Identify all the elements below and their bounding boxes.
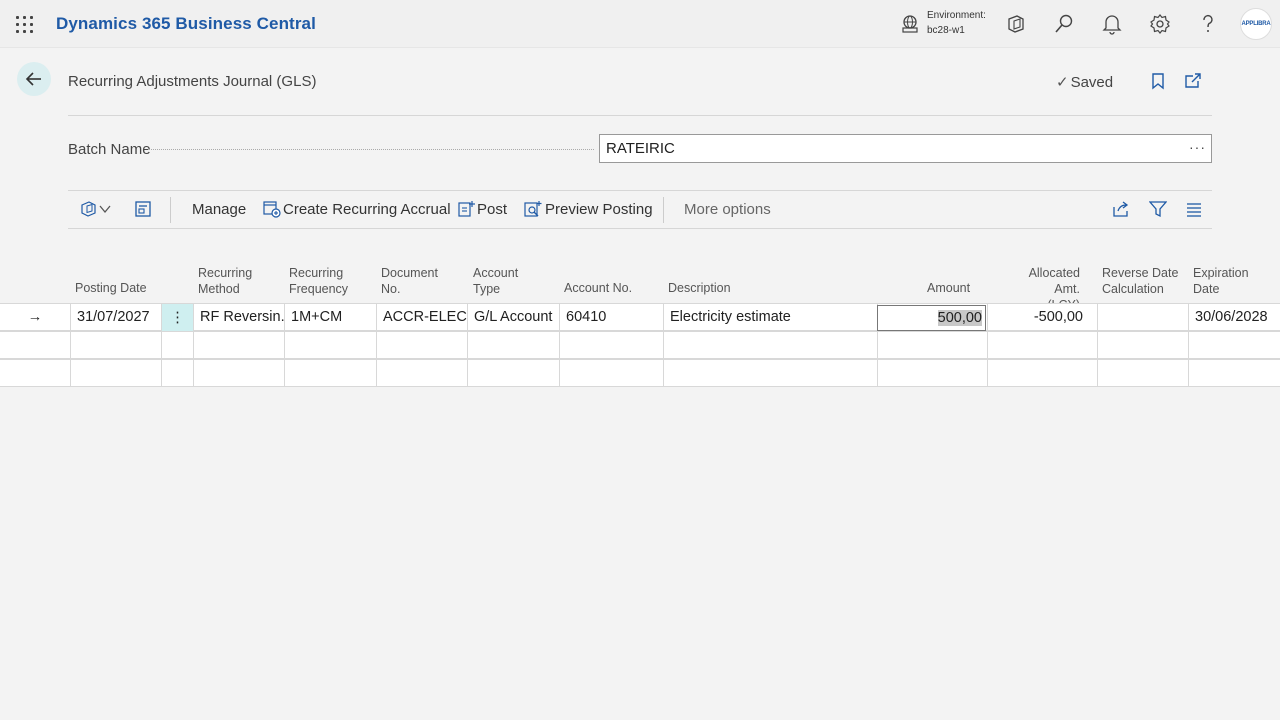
account-type-cell[interactable] [467,360,559,387]
back-arrow-icon [25,72,41,86]
amount-cell[interactable] [877,360,987,387]
row-menu-cell[interactable] [161,332,193,359]
col-header-description[interactable]: Description [668,280,731,296]
toolbar-divider [170,197,171,223]
amount-cell[interactable] [877,332,987,359]
batch-name-label: Batch Name [68,141,151,158]
open-new-window-icon[interactable] [1184,72,1202,90]
recurring-frequency-cell[interactable] [284,332,376,359]
edit-list-icon[interactable] [134,200,152,218]
expiration-date-cell[interactable]: 30/06/2028 [1188,304,1280,331]
checkmark-icon: ✓ [1056,74,1069,91]
create-recurring-accrual-button[interactable]: Create Recurring Accrual [283,201,451,218]
row-indicator [0,360,70,387]
save-status: ✓ Saved [1056,73,1113,91]
document-no-cell[interactable]: ACCR-ELEC [376,304,467,331]
action-bar: Manage Create Recurring Accrual Post Pre… [68,191,1212,229]
recurring-method-cell[interactable] [193,332,284,359]
recurring-frequency-cell[interactable]: 1M+CM [284,304,376,331]
reverse-date-calc-cell[interactable] [1097,360,1188,387]
user-avatar[interactable]: APPLIBRA [1240,8,1272,40]
back-button[interactable] [17,62,51,96]
reverse-date-calc-cell[interactable] [1097,332,1188,359]
batch-lookup-button[interactable]: ··· [1189,139,1206,155]
table-row[interactable] [0,359,1280,387]
description-cell[interactable] [663,332,877,359]
col-header-reverse-date-calc[interactable]: Reverse Date Calculation [1102,265,1178,297]
share-icon[interactable] [1112,200,1130,218]
notification-bell-icon[interactable] [1101,13,1123,35]
environment-value: bc28-w1 [927,25,965,36]
help-icon[interactable] [1197,13,1219,35]
more-options-button[interactable]: More options [684,201,771,218]
col-header-amount[interactable]: Amount [927,280,970,296]
preview-posting-icon[interactable] [524,200,542,218]
account-no-cell[interactable] [559,332,663,359]
app-title[interactable]: Dynamics 365 Business Central [56,14,316,34]
description-cell[interactable] [663,360,877,387]
amount-value: 500,00 [937,310,982,326]
allocated-amt-cell[interactable] [987,360,1097,387]
col-header-recurring-frequency[interactable]: Recurring Frequency [289,265,348,297]
batch-name-input[interactable]: RATEIRIC [599,134,1212,163]
col-header-recurring-method[interactable]: Recurring Method [198,265,252,297]
copilot-action-icon[interactable] [80,200,98,218]
posting-date-cell[interactable]: 31/07/2027 [70,304,161,331]
recurring-frequency-cell[interactable] [284,360,376,387]
allocated-amt-cell[interactable]: -500,00 [987,304,1097,331]
bookmark-icon[interactable] [1149,72,1167,90]
allocated-amt-cell[interactable] [987,332,1097,359]
col-header-posting-date[interactable]: Posting Date [75,280,147,296]
reverse-date-calc-cell[interactable] [1097,304,1188,331]
row-indicator: → [27,309,43,325]
row-indicator [0,332,70,359]
recurring-method-cell[interactable]: RF Reversin... [193,304,284,331]
col-header-document-no[interactable]: Document No. [381,265,438,297]
preview-posting-button[interactable]: Preview Posting [545,201,653,218]
list-view-icon[interactable] [1185,200,1203,218]
posting-date-cell[interactable] [70,332,161,359]
col-header-account-no[interactable]: Account No. [564,280,632,296]
document-no-cell[interactable] [376,332,467,359]
toolbar-divider [663,197,664,223]
chevron-down-icon[interactable] [99,203,111,215]
post-icon[interactable] [457,200,475,218]
page-title: Recurring Adjustments Journal (GLS) [68,73,317,90]
recurring-method-cell[interactable] [193,360,284,387]
table-row[interactable]: → 31/07/2027 ⋮ RF Reversin... 1M+CM ACCR… [0,303,1280,331]
expiration-date-cell[interactable] [1188,360,1280,387]
row-menu-button[interactable]: ⋮ [161,304,193,331]
account-type-cell[interactable] [467,332,559,359]
copilot-icon[interactable] [1005,13,1027,35]
create-accrual-icon[interactable] [263,200,281,218]
account-type-cell[interactable]: G/L Account [467,304,559,331]
filter-icon[interactable] [1149,200,1167,218]
save-status-label: Saved [1070,74,1114,91]
search-icon[interactable] [1053,13,1075,35]
post-button[interactable]: Post [477,201,507,218]
environment-icon[interactable] [900,14,920,34]
settings-gear-icon[interactable] [1149,13,1171,35]
table-row[interactable] [0,331,1280,359]
account-no-cell[interactable]: 60410 [559,304,663,331]
actionbar-bottom-divider [68,228,1212,229]
environment-label: Environment: [927,10,986,21]
field-leader-dots [148,149,594,150]
col-header-expiration-date[interactable]: Expiration Date [1193,265,1249,297]
expiration-date-cell[interactable] [1188,332,1280,359]
account-no-cell[interactable] [559,360,663,387]
app-bar: Dynamics 365 Business Central Environmen… [0,0,1280,48]
document-no-cell[interactable] [376,360,467,387]
row-menu-cell[interactable] [161,360,193,387]
col-header-account-type[interactable]: Account Type [473,265,518,297]
description-cell[interactable]: Electricity estimate [663,304,877,331]
app-launcher-icon[interactable] [14,14,34,34]
header-divider [68,115,1212,116]
posting-date-cell[interactable] [70,360,161,387]
grid-header: Posting Date Recurring Method Recurring Fr… [0,262,1280,312]
amount-input[interactable]: 500,00 [877,305,986,331]
manage-button[interactable]: Manage [192,201,246,218]
